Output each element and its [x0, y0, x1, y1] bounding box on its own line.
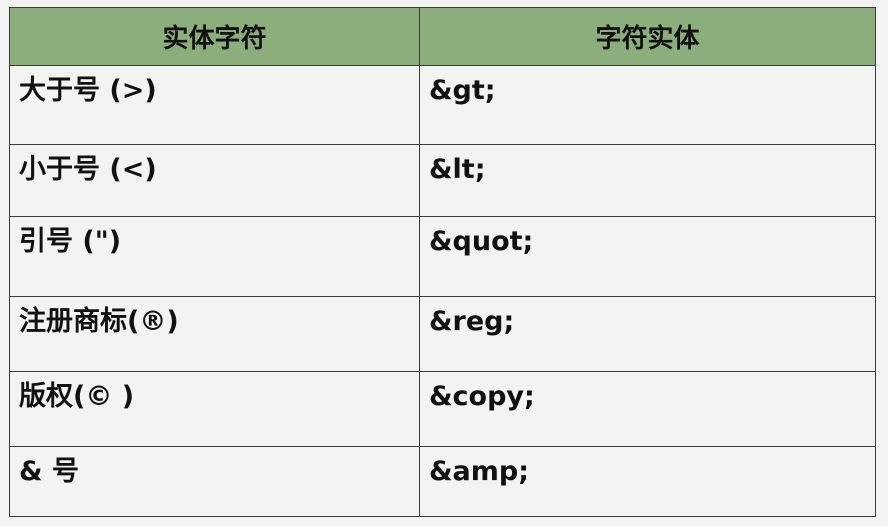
- table-row: & 号 &amp;: [9, 446, 876, 517]
- table-row: 注册商标(®) &reg;: [9, 296, 876, 372]
- table-row: 引号 (") &quot;: [9, 216, 876, 297]
- entity-cell: &reg;: [419, 296, 876, 372]
- entity-cell: &lt;: [419, 144, 876, 217]
- character-cell: 注册商标(®): [9, 296, 420, 372]
- header-entity: 字符实体: [419, 7, 876, 66]
- table-row: 大于号 (>) &gt;: [9, 65, 876, 145]
- entity-cell: &amp;: [419, 446, 876, 517]
- entity-cell: &quot;: [419, 216, 876, 297]
- character-cell: 引号 ("): [9, 216, 420, 297]
- character-cell: & 号: [9, 446, 420, 517]
- table-row: 版权(© ) &copy;: [9, 371, 876, 447]
- entity-table: 实体字符 字符实体 大于号 (>) &gt; 小于号 (<) &lt; 引号 (…: [9, 7, 876, 517]
- header-character: 实体字符: [9, 7, 420, 66]
- table-row: 小于号 (<) &lt;: [9, 144, 876, 217]
- character-cell: 版权(© ): [9, 371, 420, 447]
- character-cell: 大于号 (>): [9, 65, 420, 145]
- entity-cell: &gt;: [419, 65, 876, 145]
- entity-cell: &copy;: [419, 371, 876, 447]
- header-row: 实体字符 字符实体: [9, 7, 876, 66]
- character-cell: 小于号 (<): [9, 144, 420, 217]
